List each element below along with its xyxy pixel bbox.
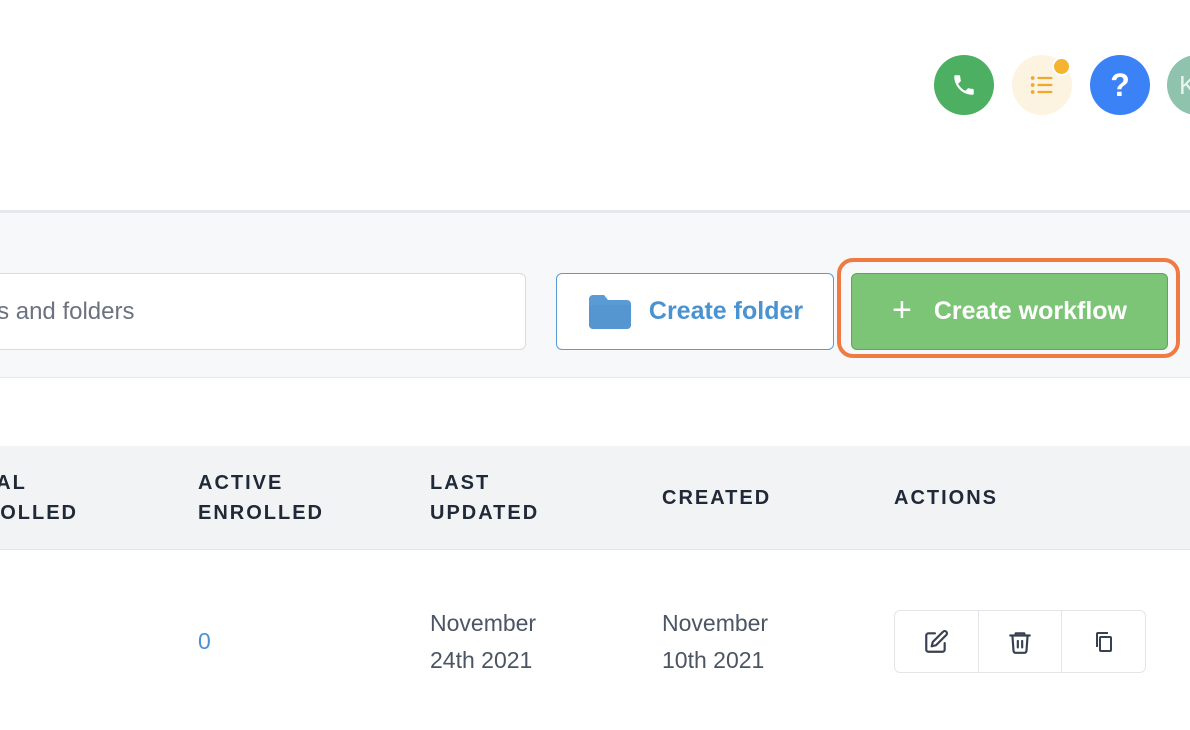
column-last-updated[interactable]: LAST UPDATED bbox=[430, 468, 539, 528]
search-box[interactable] bbox=[0, 273, 526, 350]
created-value: November 10th 2021 bbox=[662, 610, 769, 673]
create-workflow-button[interactable]: + Create workflow bbox=[851, 273, 1168, 350]
row-actions bbox=[894, 610, 1146, 673]
help-button[interactable]: ? bbox=[1090, 55, 1150, 115]
avatar-initial: K bbox=[1179, 69, 1190, 100]
top-header: ? K bbox=[0, 0, 1190, 210]
table-row: 0 November 24th 2021 November 10th 2021 bbox=[0, 551, 1190, 730]
column-total-enrolled[interactable]: TOTAL ENROLLED bbox=[0, 468, 78, 528]
copy-icon bbox=[1095, 631, 1112, 652]
table-header: TOTAL ENROLLED ACTIVE ENROLLED LAST UPDA… bbox=[0, 446, 1190, 550]
phone-icon bbox=[954, 75, 974, 95]
create-folder-label: Create folder bbox=[648, 297, 804, 325]
column-actions: ACTIONS bbox=[894, 487, 998, 509]
edit-icon bbox=[925, 629, 949, 653]
delete-button[interactable] bbox=[979, 611, 1063, 672]
last-updated-value: November 24th 2021 bbox=[430, 610, 537, 673]
column-created[interactable]: CREATED bbox=[662, 483, 771, 513]
list-icon bbox=[1030, 76, 1053, 94]
create-folder-button[interactable]: Create folder bbox=[556, 273, 834, 350]
notification-dot bbox=[1052, 57, 1071, 76]
edit-button[interactable] bbox=[895, 611, 979, 672]
trash-icon bbox=[1009, 631, 1031, 654]
help-label: ? bbox=[1110, 66, 1130, 103]
workflow-toolbar: Create folder + Create workflow bbox=[0, 210, 1190, 378]
folder-icon bbox=[588, 294, 631, 329]
column-active-enrolled[interactable]: ACTIVE ENROLLED bbox=[198, 468, 324, 528]
search-input[interactable] bbox=[0, 274, 525, 349]
active-enrolled-count[interactable]: 0 bbox=[198, 623, 211, 660]
phone-button[interactable] bbox=[934, 55, 994, 115]
create-workflow-label: Create workflow bbox=[933, 297, 1127, 325]
plus-icon: + bbox=[892, 291, 912, 329]
duplicate-button[interactable] bbox=[1062, 611, 1145, 672]
avatar[interactable]: K bbox=[1167, 55, 1190, 115]
